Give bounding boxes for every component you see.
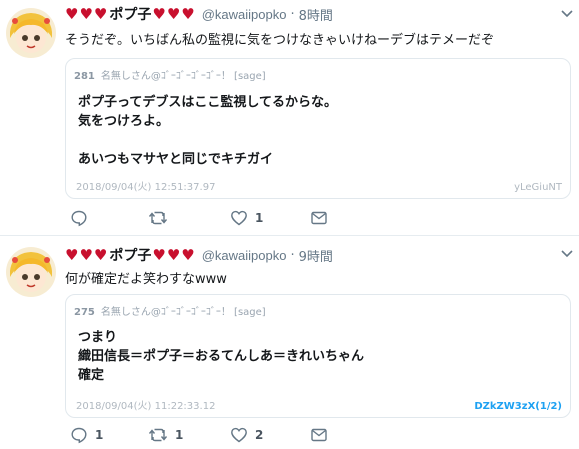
heart-icon: ♥ (65, 5, 79, 23)
direct-message-button[interactable] (310, 425, 328, 445)
post-body: つまり 織田信長＝ポプ子＝おるてんしあ＝きれいちゃん 確定 (78, 330, 365, 383)
retweet-count: 1 (175, 428, 184, 442)
retweet-button[interactable]: 1 (148, 425, 183, 445)
post-header: 281 名無しさん@ｺﾞｰｺﾞｰｺﾞｰｺﾞｰ！ [sage] (74, 67, 266, 82)
post-number: 281 (74, 71, 95, 82)
like-button[interactable]: 2 (230, 425, 263, 445)
message-icon (311, 211, 327, 225)
heart-icon: ♥ (181, 5, 195, 23)
tweet-actions: 1 (60, 208, 380, 228)
reply-icon (71, 427, 87, 444)
tweet[interactable]: ♥ ♥ ♥ ポプ子 ♥ ♥ ♥ @kawaiipopko · 9時間 何が確定だ… (0, 237, 579, 449)
user-handle[interactable]: @kawaiipopko (202, 7, 287, 22)
heart-icon: ♥ (79, 5, 93, 23)
heart-icon: ♥ (166, 246, 181, 264)
heart-icon: ♥ (152, 246, 166, 264)
like-icon (231, 210, 247, 226)
post-id: yLeGiuNT (514, 182, 562, 193)
heart-icon: ♥ (93, 246, 108, 264)
post-date: 2018/09/04(火) 12:51:37.97 (76, 182, 216, 193)
heart-icon: ♥ (79, 246, 93, 264)
timestamp[interactable]: 8時間 (299, 5, 333, 24)
tweet-header: ♥ ♥ ♥ ポプ子 ♥ ♥ ♥ @kawaiipopko · 9時間 (65, 245, 333, 265)
heart-icon: ♥ (93, 5, 108, 23)
heart-icon: ♥ (65, 246, 79, 264)
display-name-text: ポプ子 (109, 248, 152, 264)
avatar[interactable] (6, 247, 56, 297)
post-author: 名無しさん@ｺﾞｰｺﾞｰｺﾞｰｺﾞｰ！ [sage] (100, 307, 266, 318)
post-header: 275 名無しさん@ｺﾞｰｺﾞｰｺﾞｰｺﾞｰ！ [sage] (74, 303, 266, 318)
tweet-header: ♥ ♥ ♥ ポプ子 ♥ ♥ ♥ @kawaiipopko · 8時間 (65, 4, 333, 24)
reply-button[interactable] (70, 208, 95, 228)
message-icon (311, 428, 327, 442)
chevron-down-icon[interactable] (561, 10, 573, 18)
post-body: ポプ子ってデブスはここ監視してるからな。 気をつけろよ。 あいつもマサヤと同じで… (78, 95, 337, 167)
tweet-text: 何が確定だよ笑わすなwww (65, 272, 227, 287)
tweet-image[interactable]: 275 名無しさん@ｺﾞｰｺﾞｰｺﾞｰｺﾞｰ！ [sage] つまり 織田信長＝ポ… (65, 294, 571, 418)
avatar[interactable] (6, 8, 56, 58)
like-button[interactable]: 1 (230, 208, 263, 228)
heart-icon: ♥ (181, 246, 195, 264)
retweet-icon (148, 428, 168, 442)
like-count: 1 (255, 211, 264, 225)
reply-button[interactable]: 1 (70, 425, 103, 445)
like-icon (231, 427, 247, 443)
heart-icon: ♥ (166, 5, 181, 23)
separator: · (290, 6, 295, 22)
display-name[interactable]: ♥ ♥ ♥ ポプ子 ♥ ♥ ♥ (65, 245, 196, 265)
post-date: 2018/09/04(火) 11:22:33.12 (76, 401, 216, 412)
reply-icon (71, 210, 87, 227)
post-number: 275 (74, 307, 95, 318)
reply-count: 1 (95, 428, 104, 442)
retweet-icon (148, 211, 168, 225)
display-name[interactable]: ♥ ♥ ♥ ポプ子 ♥ ♥ ♥ (65, 4, 196, 24)
tweet-actions: 1 1 2 (60, 425, 380, 445)
tweet-text: そうだぞ。いちばん私の監視に気をつけなきゃいけねーデブはテメーだぞ (65, 33, 495, 48)
like-count: 2 (255, 428, 264, 442)
post-author: 名無しさん@ｺﾞｰｺﾞｰｺﾞｰｺﾞｰ！ [sage] (100, 71, 266, 82)
post-id[interactable]: DZkZW3zX(1/2) (474, 401, 562, 412)
chevron-down-icon[interactable] (561, 250, 573, 258)
separator: · (290, 247, 295, 263)
tweet-image[interactable]: 281 名無しさん@ｺﾞｰｺﾞｰｺﾞｰｺﾞｰ！ [sage] ポプ子ってデブスはこ… (65, 58, 571, 199)
retweet-button[interactable] (148, 208, 175, 228)
direct-message-button[interactable] (310, 208, 328, 228)
display-name-text: ポプ子 (109, 7, 152, 23)
heart-icon: ♥ (152, 5, 166, 23)
tweet[interactable]: ♥ ♥ ♥ ポプ子 ♥ ♥ ♥ @kawaiipopko · 8時間 そうだぞ。… (0, 0, 579, 236)
user-handle[interactable]: @kawaiipopko (202, 248, 287, 263)
timestamp[interactable]: 9時間 (299, 246, 333, 265)
